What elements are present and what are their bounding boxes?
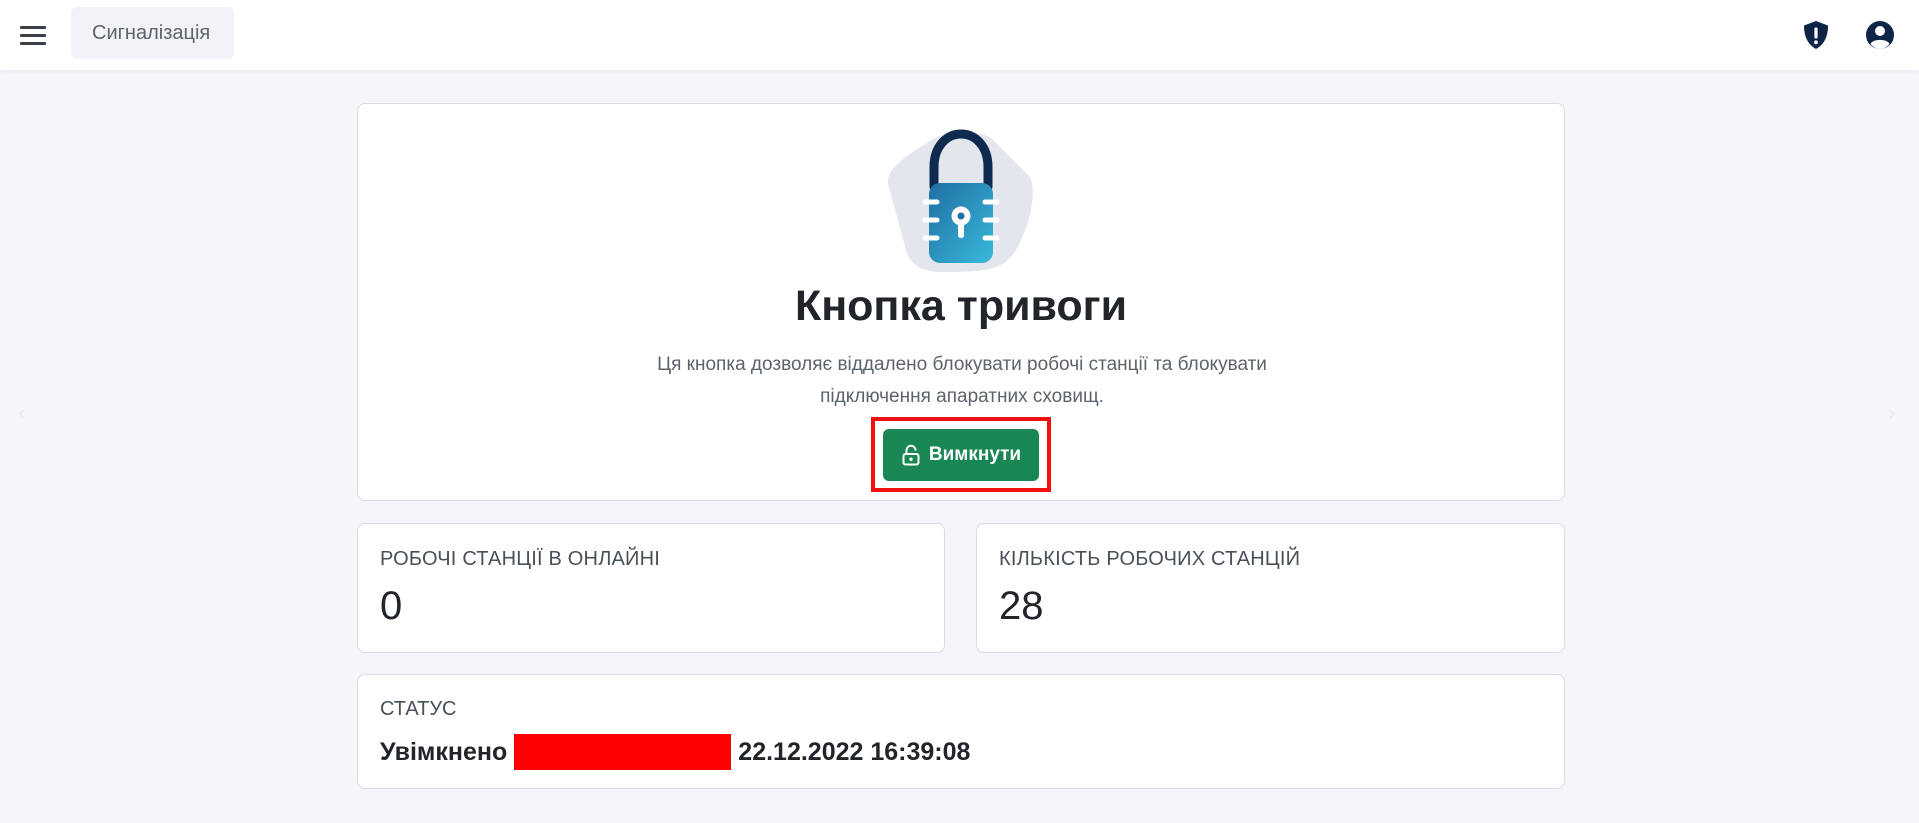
online-stations-card: РОБОЧІ СТАНЦІЇ В ОНЛАЙНІ 0: [357, 523, 945, 653]
hamburger-menu-icon[interactable]: [20, 21, 52, 49]
chevron-left-icon[interactable]: ‹: [18, 400, 25, 426]
top-bar: Сигналізація: [0, 0, 1919, 70]
unlock-icon: [902, 444, 920, 466]
user-circle-icon[interactable]: [1863, 18, 1897, 52]
shield-exclamation-icon[interactable]: [1799, 18, 1833, 52]
stat-value: 0: [380, 584, 403, 628]
stat-value: 28: [999, 584, 1044, 628]
stat-label: РОБОЧІ СТАНЦІЇ В ОНЛАЙНІ: [380, 548, 661, 570]
padlock-icon: [887, 129, 1033, 272]
disable-button-label: Вимкнути: [928, 444, 1022, 465]
panic-button-card: Кнопка тривоги Ця кнопка дозволяє віддал…: [357, 103, 1565, 501]
status-label: СТАТУС: [380, 698, 457, 720]
status-timestamp: 22.12.2022 16:39:08: [738, 737, 971, 766]
redacted-block: [514, 734, 732, 770]
chevron-right-icon[interactable]: ›: [1888, 400, 1895, 426]
page-title: Кнопка тривоги: [794, 282, 1128, 330]
status-state: Увімкнено: [380, 737, 508, 766]
hero-description: Ця кнопка дозволяє віддалено блокувати р…: [657, 354, 1267, 407]
breadcrumb[interactable]: Сигналізація: [71, 7, 234, 59]
disable-alarm-button[interactable]: Вимкнути: [883, 429, 1039, 481]
station-count-card: КІЛЬКІСТЬ РОБОЧИХ СТАНЦІЙ 28: [976, 523, 1565, 653]
status-card: СТАТУС Увімкнено 22.12.2022 16:39:08: [357, 674, 1565, 789]
status-line: Увімкнено 22.12.2022 16:39:08: [380, 733, 970, 771]
stat-label: КІЛЬКІСТЬ РОБОЧИХ СТАНЦІЙ: [999, 548, 1301, 570]
